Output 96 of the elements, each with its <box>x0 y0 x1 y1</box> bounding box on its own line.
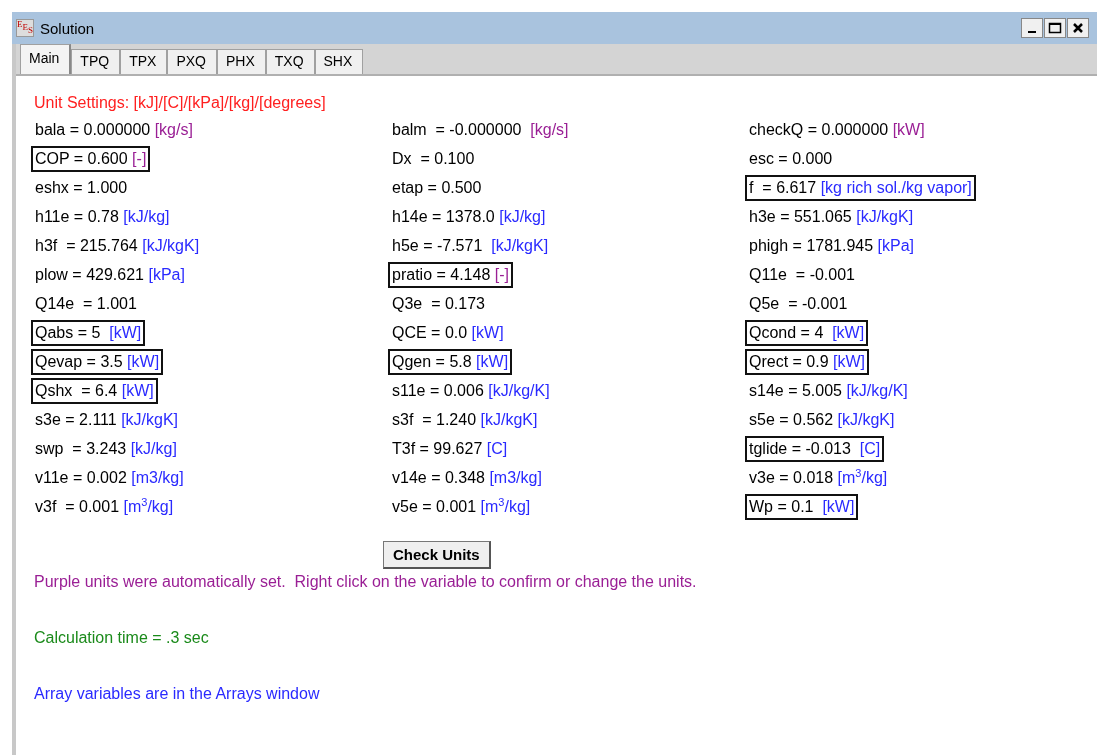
variable-value[interactable]: COP = 0.600 <box>35 150 128 167</box>
check-units-button[interactable]: Check Units <box>383 541 491 569</box>
status-message: Array variables are in the Arrays window <box>34 685 320 703</box>
unit-label: [kW] <box>892 121 925 138</box>
variable-value[interactable]: h11e = 0.78 <box>35 208 119 225</box>
unit-label: [m3/kg] <box>489 469 542 486</box>
variable-value[interactable]: phigh = 1781.945 <box>749 237 874 254</box>
variable-value[interactable]: bala = 0.000000 <box>35 121 151 138</box>
unit-label: [C] <box>486 440 508 457</box>
variable-value[interactable]: Wp = 0.1 <box>749 498 818 515</box>
unit-label: [kW] <box>121 382 154 399</box>
unit-label: [C] <box>859 440 881 457</box>
variable-value[interactable]: etap = 0.500 <box>392 179 482 196</box>
variable-value[interactable]: eshx = 1.000 <box>35 179 128 196</box>
unit-label: [kW] <box>471 324 504 341</box>
unit-label: [kW] <box>833 353 866 370</box>
unit-label: [kW] <box>832 324 865 341</box>
variable-value[interactable]: s3f = 1.240 <box>392 411 477 428</box>
unit-label: [kJ/kg] <box>499 208 546 225</box>
unit-label: [kJ/kg] <box>123 208 170 225</box>
variable-value[interactable]: T3f = 99.627 <box>392 440 483 457</box>
variable-value[interactable]: s5e = 0.562 <box>749 411 834 428</box>
variable-value[interactable]: v11e = 0.002 <box>35 469 127 486</box>
variable-value[interactable]: esc = 0.000 <box>749 150 833 167</box>
unit-label: [m$^{3}$/kg] <box>837 469 888 486</box>
variable-value[interactable]: Q3e = 0.173 <box>392 295 485 312</box>
tab[interactable]: PHX <box>216 49 266 74</box>
variable-value[interactable]: QCE = 0.0 <box>392 324 468 341</box>
window-title: Solution <box>40 19 96 37</box>
tab[interactable]: SHX <box>314 49 364 74</box>
unit-label: [m$^{3}$/kg] <box>123 498 174 515</box>
variable-value[interactable]: h3f = 215.764 <box>35 237 138 254</box>
unit-label: [m3/kg] <box>131 469 184 486</box>
variable-value[interactable]: Qabs = 5 <box>35 324 105 341</box>
variable-value[interactable]: Qgen = 5.8 <box>392 353 472 370</box>
app-logo-icon: EES <box>16 19 34 37</box>
variable-value[interactable]: s3e = 2.111 <box>35 411 117 428</box>
close-icon <box>1072 22 1084 34</box>
unit-label: [kW] <box>476 353 509 370</box>
variable-value[interactable]: v5e = 0.001 <box>392 498 477 515</box>
variable-value[interactable]: Qrect = 0.9 <box>749 353 829 370</box>
variable-value[interactable]: v3f = 0.001 <box>35 498 120 515</box>
variable-value[interactable]: balm = -0.000000 <box>392 121 526 138</box>
unit-label: [kJ/kg] <box>130 440 177 457</box>
unit-label: [kW] <box>109 324 142 341</box>
unit-label: [kJ/kg/K] <box>846 382 908 399</box>
unit-label: [kg/s] <box>530 121 569 138</box>
unit-label: [kW] <box>127 353 160 370</box>
unit-label: [kJ/kgK] <box>856 208 914 225</box>
variable-value[interactable]: h5e = -7.571 <box>392 237 487 254</box>
unit-label: [-] <box>132 150 147 167</box>
variable-value[interactable]: s11e = 0.006 <box>392 382 484 399</box>
variable-value[interactable]: Q14e = 1.001 <box>35 295 137 312</box>
close-button[interactable] <box>1067 18 1089 38</box>
unit-settings-text: Unit Settings: [kJ]/[C]/[kPa]/[kg]/[degrees] <box>34 94 326 112</box>
tab[interactable]: PXQ <box>167 49 217 74</box>
variable-value[interactable]: v3e = 0.018 <box>749 469 834 486</box>
unit-label: [kW] <box>822 498 855 515</box>
unit-label: [kJ/kg/K] <box>488 382 550 399</box>
status-message: Purple units were automatically set. Right click on the variable to confirm or change the units. <box>34 573 697 591</box>
unit-label: [kJ/kgK] <box>491 237 549 254</box>
variable-value[interactable]: v14e = 0.348 <box>392 469 485 486</box>
variable-value[interactable]: Qcond = 4 <box>749 324 828 341</box>
variable-value[interactable]: h14e = 1378.0 <box>392 208 495 225</box>
unit-label: [kg/s] <box>154 121 193 138</box>
variable-value[interactable]: Q5e = -0.001 <box>749 295 848 312</box>
variable-value[interactable]: Q11e = -0.001 <box>749 266 855 283</box>
variable-value[interactable]: Qshx = 6.4 <box>35 382 118 399</box>
unit-label: [kJ/kgK] <box>837 411 895 428</box>
variable-value[interactable]: pratio = 4.148 <box>392 266 491 283</box>
tab[interactable]: TXQ <box>265 49 315 74</box>
tab[interactable]: TPX <box>120 49 168 74</box>
minimize-icon <box>1028 31 1036 33</box>
variable-value[interactable]: plow = 429.621 <box>35 266 144 283</box>
unit-label: [kPa] <box>877 237 915 254</box>
unit-label: [kJ/kgK] <box>121 411 179 428</box>
maximize-button[interactable] <box>1044 18 1066 38</box>
variable-value[interactable]: tglide = -0.013 <box>749 440 856 457</box>
tab[interactable]: Main <box>20 44 72 74</box>
unit-label: [-] <box>494 266 509 283</box>
variable-value[interactable]: h3e = 551.065 <box>749 208 852 225</box>
minimize-button[interactable] <box>1021 18 1043 38</box>
maximize-icon <box>1048 22 1062 34</box>
variable-value[interactable]: Dx = 0.100 <box>392 150 475 167</box>
variable-value[interactable]: Qevap = 3.5 <box>35 353 123 370</box>
variable-value[interactable]: f = 6.617 <box>749 179 817 196</box>
unit-label: [kJ/kgK] <box>480 411 538 428</box>
unit-label: [kg rich sol./kg vapor] <box>820 179 972 196</box>
variable-value[interactable]: s14e = 5.005 <box>749 382 842 399</box>
unit-label: [m$^{3}$/kg] <box>480 498 531 515</box>
unit-label: [kPa] <box>148 266 185 283</box>
status-message: Calculation time = .3 sec <box>34 629 209 647</box>
unit-label: [kJ/kgK] <box>142 237 200 254</box>
tab[interactable]: TPQ <box>71 49 121 74</box>
variable-value[interactable]: swp = 3.243 <box>35 440 127 457</box>
variable-value[interactable]: checkQ = 0.000000 <box>749 121 889 138</box>
